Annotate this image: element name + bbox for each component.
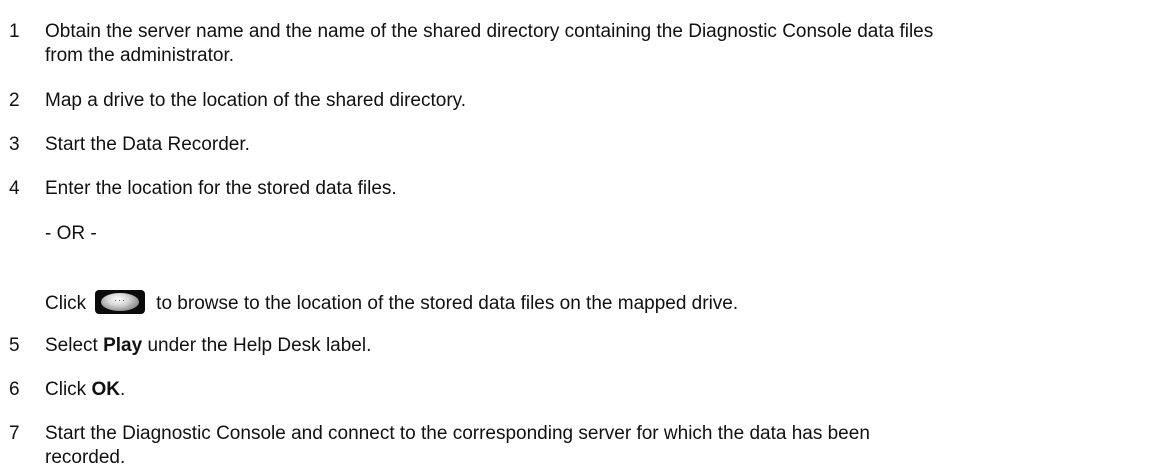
step-text: Select Play under the Help Desk label.: [45, 334, 1169, 358]
step-number: 1: [9, 21, 20, 42]
step-text-line: Start the Diagnostic Console and connect…: [45, 423, 870, 444]
step-4-browse-alternative: Click ··· to browse to the location of the…: [45, 290, 738, 316]
step-text: Start the Diagnostic Console and connect…: [45, 422, 1169, 470]
step-text-post: under the Help Desk label.: [142, 335, 372, 356]
step-text: Click OK.: [45, 378, 1169, 402]
step-text: Obtain the server name and the name of t…: [45, 20, 1169, 68]
step-text: Start the Data Recorder.: [45, 134, 250, 155]
browse-button-glyph: ···: [114, 295, 127, 305]
step-number: 2: [9, 90, 20, 111]
ui-term-ok: OK: [91, 379, 120, 400]
ui-term-play: Play: [103, 335, 143, 356]
step-number: 3: [9, 134, 20, 155]
step-text-line-cont: from the administrator.: [45, 45, 235, 66]
step-number: 7: [9, 423, 20, 444]
click-suffix: to browse to the location of the stored …: [156, 293, 739, 314]
step-text-line-cont: recorded.: [45, 447, 126, 468]
step-text-pre: Select: [45, 335, 104, 356]
step-text-post: .: [119, 379, 126, 400]
step-text-pre: Click: [45, 379, 92, 400]
step-text: Map a drive to the location of the share…: [45, 90, 467, 111]
click-prefix: Click: [45, 293, 87, 314]
step-number: 5: [9, 335, 20, 356]
step-text: Enter the location for the stored data f…: [45, 178, 397, 199]
step-number: 4: [9, 178, 20, 199]
step-number: 6: [9, 379, 20, 400]
step-text-line: Obtain the server name and the name of t…: [45, 21, 934, 42]
browse-button[interactable]: ···: [95, 290, 146, 314]
step-4-or-separator: - OR -: [45, 223, 97, 244]
